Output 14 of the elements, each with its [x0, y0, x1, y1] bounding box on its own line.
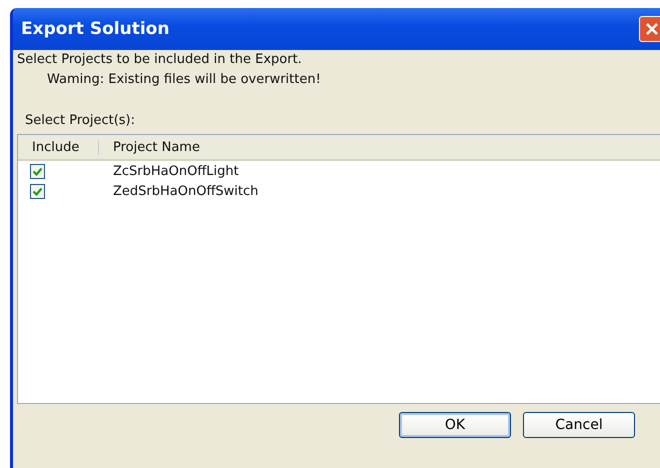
ok-button[interactable]: OK — [399, 412, 511, 438]
list-label: Select Project(s): — [24, 112, 136, 128]
column-header[interactable]: Project Name — [99, 140, 200, 154]
checkbox[interactable] — [30, 164, 45, 178]
project-name: ZcSrbHaOnOffLight — [112, 164, 239, 178]
instruction-text: Select Projects to be included in the Export. — [16, 51, 303, 67]
project-name: ZedSrbHaOnOffSwitch — [112, 184, 258, 198]
column-header[interactable]: Include — [18, 140, 99, 154]
close-button[interactable] — [639, 16, 660, 42]
cancel-button[interactable]: Cancel — [523, 412, 635, 438]
warning-text: Waming: Existing files will be overwritten! — [46, 71, 322, 87]
close-icon — [645, 22, 659, 36]
window-title: Export Solution — [21, 19, 170, 39]
checkbox[interactable] — [30, 184, 45, 198]
